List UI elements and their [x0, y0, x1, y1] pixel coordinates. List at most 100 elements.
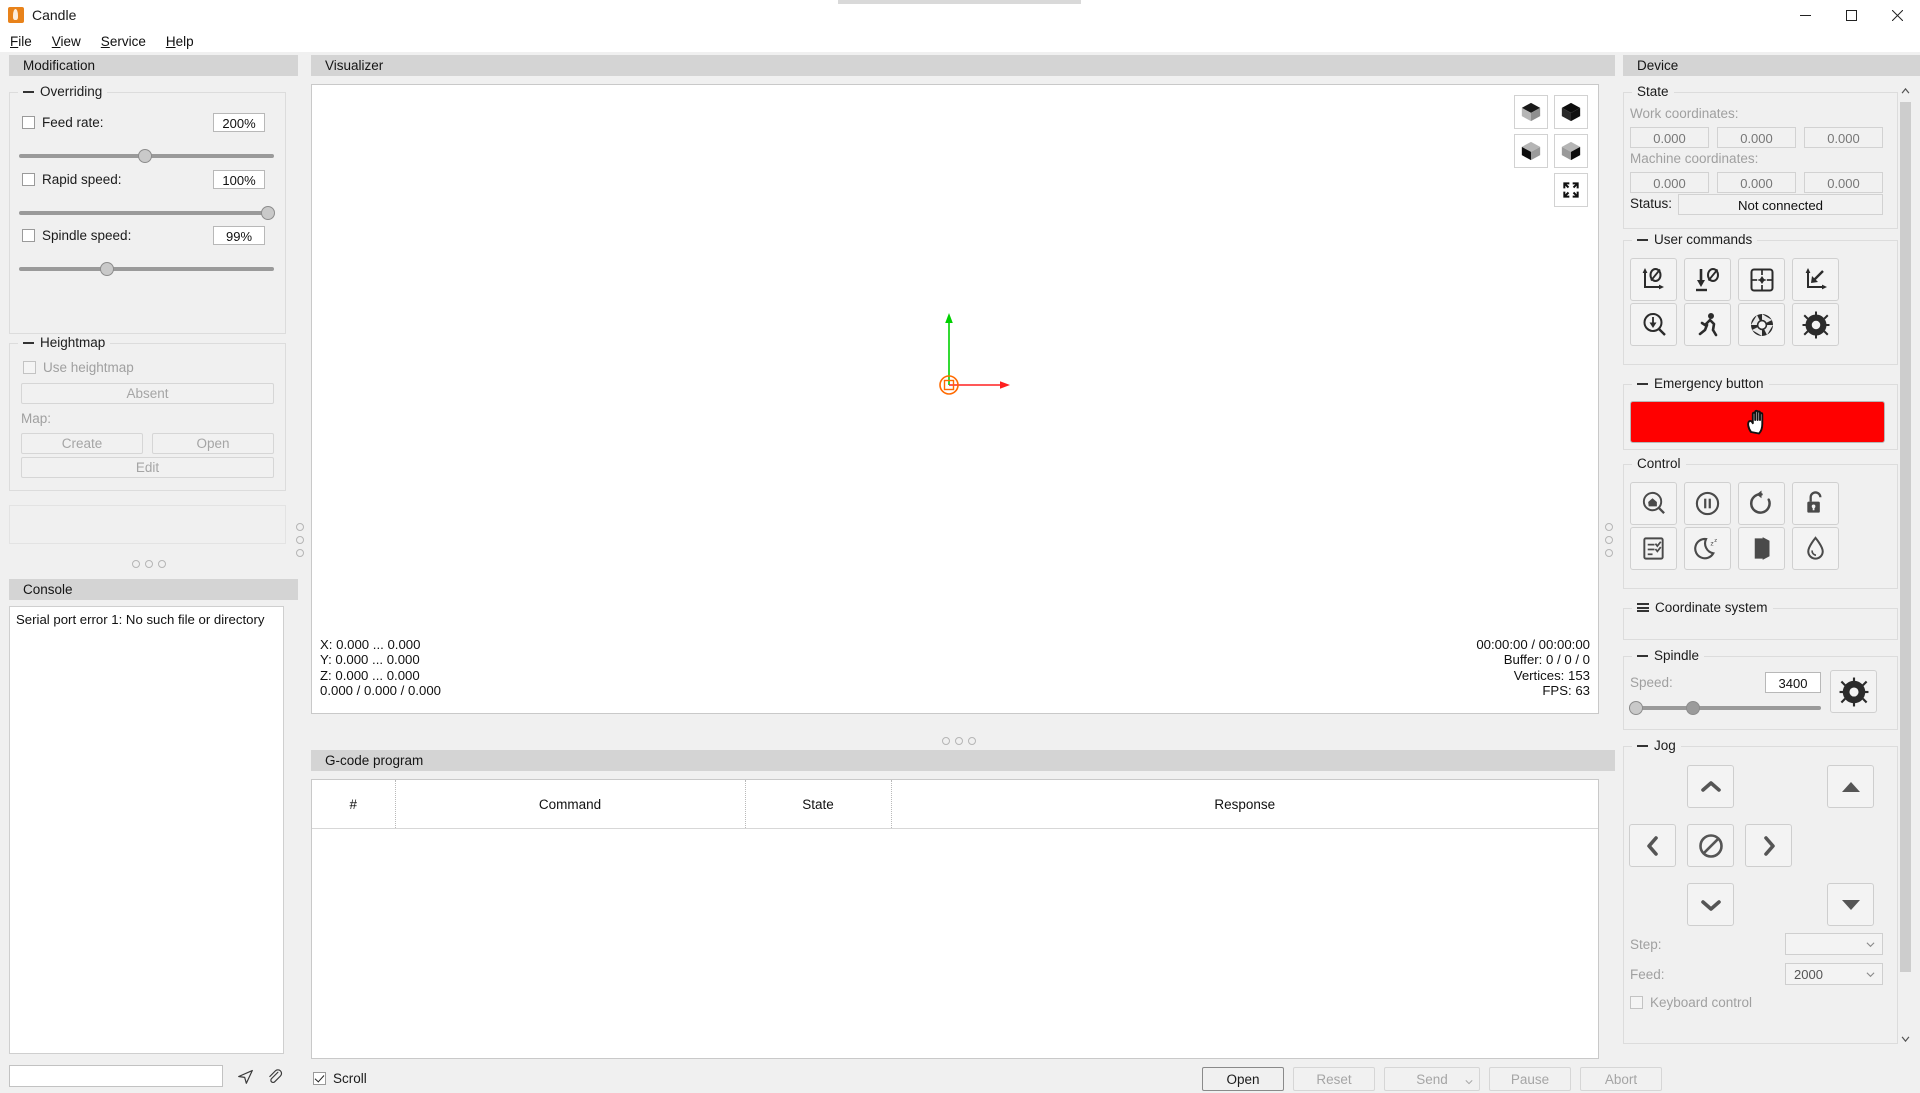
step-combobox[interactable] — [1785, 933, 1883, 955]
top-view-button[interactable] — [1554, 95, 1588, 129]
pause-control-button[interactable] — [1684, 482, 1731, 525]
emergency-group-title[interactable]: Emergency button — [1632, 376, 1769, 391]
close-button[interactable] — [1874, 0, 1920, 30]
heightmap-open-button[interactable]: Open — [152, 433, 274, 454]
home-button[interactable] — [1630, 482, 1677, 525]
collapse-dash-icon[interactable] — [23, 341, 34, 344]
collapse-dash-icon[interactable] — [1637, 382, 1648, 385]
collapse-dash-icon[interactable] — [1637, 654, 1648, 657]
reset-control-button[interactable] — [1738, 482, 1785, 525]
feed-combobox[interactable]: 2000 — [1785, 963, 1883, 985]
open-button[interactable]: Open — [1202, 1067, 1284, 1091]
spindle-toggle-button[interactable] — [1830, 670, 1877, 713]
checkbox-box[interactable] — [1630, 996, 1643, 1009]
spindle-tool-button[interactable] — [1792, 303, 1839, 346]
probe-button[interactable] — [1630, 303, 1677, 346]
safe-position-button[interactable] — [1738, 258, 1785, 301]
jog-group-title[interactable]: Jog — [1632, 738, 1681, 753]
checkbox-box[interactable] — [23, 361, 36, 374]
jog-y-minus-button[interactable] — [1687, 883, 1734, 926]
heightmap-create-button[interactable]: Create — [21, 433, 143, 454]
menu-help[interactable]: Help — [156, 32, 204, 51]
device-panel-scrollbar[interactable] — [1899, 82, 1912, 1047]
slider-knob[interactable] — [261, 206, 275, 220]
menu-file[interactable]: File — [0, 32, 42, 51]
jog-stop-button[interactable] — [1687, 824, 1734, 867]
scroll-up-arrow[interactable] — [1899, 82, 1912, 99]
aperture-button[interactable] — [1738, 303, 1785, 346]
slider-knob-min[interactable] — [1629, 701, 1643, 715]
use-heightmap-checkbox[interactable]: Use heightmap — [23, 360, 134, 375]
work-coordinate-x[interactable]: 0.000 — [1630, 127, 1709, 148]
run-button[interactable] — [1684, 303, 1731, 346]
jog-z-plus-button[interactable] — [1827, 765, 1874, 808]
checkbox-box[interactable] — [22, 116, 35, 129]
collapse-hamburger-icon[interactable] — [1637, 603, 1649, 612]
sleep-button[interactable]: z z — [1684, 527, 1731, 570]
visualizer-gcode-splitter-handle[interactable] — [942, 737, 976, 745]
collapse-dash-icon[interactable] — [1637, 238, 1648, 241]
heightmap-edit-button[interactable]: Edit — [21, 457, 274, 478]
spindle-speed-value[interactable]: 3400 — [1765, 672, 1821, 693]
checkbox-box[interactable] — [22, 173, 35, 186]
zero-xy-button[interactable] — [1630, 258, 1677, 301]
spindle-speed-checkbox[interactable]: Spindle speed: — [22, 228, 131, 243]
zero-z-button[interactable] — [1684, 258, 1731, 301]
feed-rate-slider[interactable] — [19, 147, 274, 165]
spindle-speed-slider[interactable] — [1629, 699, 1821, 717]
checkbox-box[interactable] — [22, 229, 35, 242]
coolant-button[interactable] — [1792, 527, 1839, 570]
overriding-group-title[interactable]: Overriding — [18, 84, 108, 99]
minimize-button[interactable] — [1782, 0, 1828, 30]
left-center-splitter[interactable] — [295, 520, 305, 560]
feed-rate-value[interactable]: 200% — [213, 113, 265, 132]
rapid-speed-value[interactable]: 100% — [213, 170, 265, 189]
slider-knob[interactable] — [100, 262, 114, 276]
console-send-button[interactable] — [232, 1065, 258, 1087]
jog-x-plus-button[interactable] — [1745, 824, 1792, 867]
front-view-button[interactable] — [1514, 134, 1548, 168]
keyboard-control-checkbox[interactable]: Keyboard control — [1630, 995, 1752, 1010]
gcode-col-response[interactable]: Response — [891, 780, 1598, 829]
visualizer-3d-view[interactable]: X: 0.000 ... 0.000 Y: 0.000 ... 0.000 Z:… — [311, 84, 1599, 714]
slider-knob[interactable] — [1686, 701, 1700, 715]
jog-x-minus-button[interactable] — [1629, 824, 1676, 867]
scrollbar-thumb[interactable] — [1900, 102, 1911, 972]
unlock-button[interactable] — [1792, 482, 1839, 525]
spindle-speed-slider[interactable] — [19, 260, 274, 278]
return-to-zero-button[interactable] — [1792, 258, 1839, 301]
check-mode-button[interactable] — [1630, 527, 1677, 570]
collapse-dash-icon[interactable] — [23, 90, 34, 93]
checkbox-box[interactable] — [313, 1072, 326, 1085]
gcode-table[interactable]: # Command State Response — [311, 779, 1599, 1059]
gcode-col-index[interactable]: # — [312, 780, 396, 829]
jog-z-minus-button[interactable] — [1827, 883, 1874, 926]
gcode-col-command[interactable]: Command — [395, 780, 746, 829]
jog-y-plus-button[interactable] — [1687, 765, 1734, 808]
fit-view-button[interactable] — [1554, 173, 1588, 207]
door-button[interactable] — [1738, 527, 1785, 570]
isometric-view-button[interactable] — [1514, 95, 1548, 129]
slider-knob[interactable] — [138, 149, 152, 163]
rapid-speed-slider[interactable] — [19, 204, 275, 222]
rapid-speed-checkbox[interactable]: Rapid speed: — [22, 172, 122, 187]
gcode-col-state[interactable]: State — [745, 780, 892, 829]
work-coordinate-y[interactable]: 0.000 — [1717, 127, 1796, 148]
menu-service[interactable]: Service — [91, 32, 156, 51]
coordinate-system-group-title[interactable]: Coordinate system — [1632, 600, 1773, 615]
spindle-group-title[interactable]: Spindle — [1632, 648, 1705, 663]
left-view-button[interactable] — [1554, 134, 1588, 168]
console-clear-button[interactable] — [261, 1065, 287, 1087]
center-right-splitter[interactable] — [1604, 520, 1614, 560]
user-commands-group-title[interactable]: User commands — [1632, 232, 1758, 247]
scroll-checkbox[interactable]: Scroll — [313, 1071, 367, 1086]
left-panel-splitter-handle[interactable] — [132, 560, 166, 568]
heightmap-group-title[interactable]: Heightmap — [18, 335, 111, 350]
emergency-stop-button[interactable] — [1630, 401, 1885, 443]
work-coordinate-z[interactable]: 0.000 — [1804, 127, 1883, 148]
maximize-button[interactable] — [1828, 0, 1874, 30]
console-input[interactable] — [9, 1065, 223, 1087]
menu-view[interactable]: View — [42, 32, 91, 51]
scroll-down-arrow[interactable] — [1899, 1030, 1912, 1047]
collapse-dash-icon[interactable] — [1637, 744, 1648, 747]
